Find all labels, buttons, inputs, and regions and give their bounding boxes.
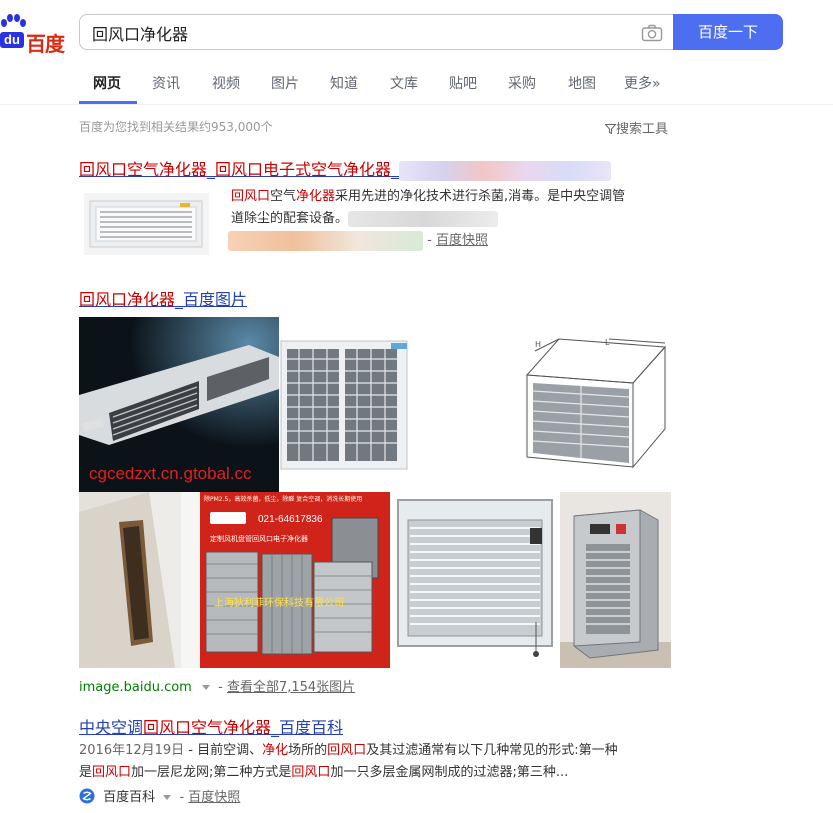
search-tools-button[interactable]: 搜索工具: [604, 118, 669, 137]
baike-source-link[interactable]: 百度百科: [103, 790, 155, 805]
title-text: _: [207, 160, 216, 179]
camera-icon[interactable]: [641, 24, 663, 42]
search-input[interactable]: [90, 15, 634, 51]
title-text: _百度图片: [175, 290, 248, 309]
desc-highlight: 回风口: [327, 743, 367, 758]
title-highlight: 回风口: [215, 160, 264, 179]
title-text: _百度百科: [271, 718, 344, 737]
chevron-down-icon[interactable]: [163, 795, 172, 800]
desc-highlight: 净化器: [296, 189, 336, 204]
result-1-thumbnail[interactable]: [84, 193, 209, 255]
image-thumb-5[interactable]: 除PM2.5，高效杀菌，低尘，除醛 复合空调，消洗长期使用 021-646178…: [200, 492, 390, 668]
result-count: 百度为您找到相关结果约953,000个: [79, 120, 273, 134]
image-thumb-1[interactable]: cgcedzxt.cn.gtobal.cc: [79, 317, 279, 492]
image-thumb-2[interactable]: [279, 317, 409, 492]
purifier-box-photo: [560, 509, 671, 668]
tab-images[interactable]: 图片: [271, 73, 299, 93]
search-tabs: 网页 资讯 视频 图片 知道 文库 贴吧 采购 地图 更多»: [0, 64, 833, 105]
separator: -: [179, 790, 185, 805]
desc-text: 及其过滤通常有以下几种常见的形式:第一种: [366, 743, 618, 758]
separator: -: [218, 680, 223, 695]
logo-text: 百度: [26, 32, 65, 56]
search-button[interactable]: 百度一下: [673, 14, 783, 50]
image-source-link[interactable]: image.baidu.com: [79, 680, 192, 695]
image-thumb-4[interactable]: [79, 492, 200, 668]
grille-panel-photo: [397, 499, 553, 657]
search-tools-label: 搜索工具: [616, 122, 669, 137]
title-text: _: [391, 160, 400, 179]
desc-text: 空气: [270, 189, 297, 204]
tab-tieba[interactable]: 贴吧: [449, 73, 477, 93]
logo-du: du: [0, 32, 24, 48]
paw-icon: [1, 14, 26, 27]
filter-panels-image: [205, 517, 379, 655]
result-1-meta: - 百度快照: [228, 230, 488, 252]
blurred-title-part: [399, 160, 612, 181]
desc-highlight: 净化: [262, 743, 289, 758]
baike-description: 2016年12月19日 - 目前空调、净化场所的回风口及其过滤通常有以下几种常见…: [79, 740, 679, 784]
desc-text: 加一只多层金属网制成的过滤器;第三种...: [330, 765, 569, 780]
result-date: 2016年12月19日: [79, 743, 185, 758]
air-vent-image: [84, 193, 209, 255]
image-thumb-3[interactable]: H L: [409, 317, 671, 492]
search-box: [79, 14, 673, 51]
snapshot-link[interactable]: 百度快照: [188, 790, 240, 805]
baike-result-title[interactable]: 中央空调回风口空气净化器_百度百科: [79, 714, 343, 738]
desc-highlight: 回风口: [291, 765, 331, 780]
image-block-title[interactable]: 回风口净化器_百度图片: [79, 286, 247, 310]
desc-text: 场所的: [288, 743, 328, 758]
tab-news[interactable]: 资讯: [152, 73, 180, 93]
title-highlight: 空气净化器: [191, 718, 272, 737]
purifier-grille-photo: [280, 340, 408, 470]
title-highlight: 回风口净化器: [79, 290, 176, 309]
result-1-description: 回风口空气净化器采用先进的净化技术进行杀菌,消毒。是中央空调管 道除尘的配套设备…: [231, 186, 676, 230]
title-highlight: 空气净化器: [127, 160, 208, 179]
purifier-diagram: H L: [525, 338, 667, 469]
tab-zhidao[interactable]: 知道: [330, 73, 358, 93]
tab-more[interactable]: 更多»: [624, 73, 661, 93]
separator: -: [427, 233, 432, 248]
image-thumb-7[interactable]: [560, 492, 671, 668]
blurred-url: [228, 230, 423, 251]
ad-company: 上海狄利菲环保科技有限公司: [214, 598, 344, 609]
header: du 百度 百度一下: [0, 0, 833, 64]
snapshot-link[interactable]: 百度快照: [436, 233, 488, 248]
tab-wenku[interactable]: 文库: [390, 73, 418, 93]
image-watermark: cgcedzxt.cn.gtobal.cc: [89, 464, 252, 483]
svg-text:L: L: [605, 338, 610, 347]
svg-text:H: H: [535, 340, 541, 349]
desc-text: 是: [79, 765, 93, 780]
image-source-line: image.baidu.com - 查看全部7,154张图片: [79, 676, 355, 695]
desc-text: - 目前空调、: [184, 743, 263, 758]
image-thumb-6[interactable]: [390, 492, 560, 668]
desc-text: 采用先进的净化技术进行杀菌,消毒。是中央空调管: [335, 189, 626, 204]
desc-text: 道除尘的配套设备。: [231, 211, 349, 226]
tab-purchase[interactable]: 采购: [508, 73, 536, 93]
desc-highlight: 回风口: [231, 189, 271, 204]
filter-icon: [604, 124, 617, 135]
tab-video[interactable]: 视频: [212, 73, 240, 93]
tab-web[interactable]: 网页: [93, 73, 121, 93]
ceiling-vent-photo: [79, 492, 200, 668]
result-1-title[interactable]: 回风口空气净化器_回风口电子式空气净化器_: [79, 156, 612, 181]
chevron-down-icon[interactable]: [201, 685, 210, 690]
baike-icon: [79, 788, 95, 804]
title-text: 中央空调: [79, 718, 144, 737]
active-tab-indicator: [79, 101, 137, 104]
title-highlight: 回风口: [79, 160, 128, 179]
desc-text: 加一层尼龙网;第二种方式是: [131, 765, 292, 780]
desc-highlight: 回风口: [92, 765, 132, 780]
blurred-text: [348, 210, 499, 227]
view-all-images-link[interactable]: 查看全部7,154张图片: [227, 680, 355, 695]
tab-map[interactable]: 地图: [568, 73, 596, 93]
title-highlight: 回风口: [143, 718, 192, 737]
baike-source-line: 百度百科 - 百度快照: [79, 786, 240, 805]
baidu-logo[interactable]: du 百度: [0, 14, 70, 56]
title-highlight: 电子式空气净化器: [263, 160, 392, 179]
